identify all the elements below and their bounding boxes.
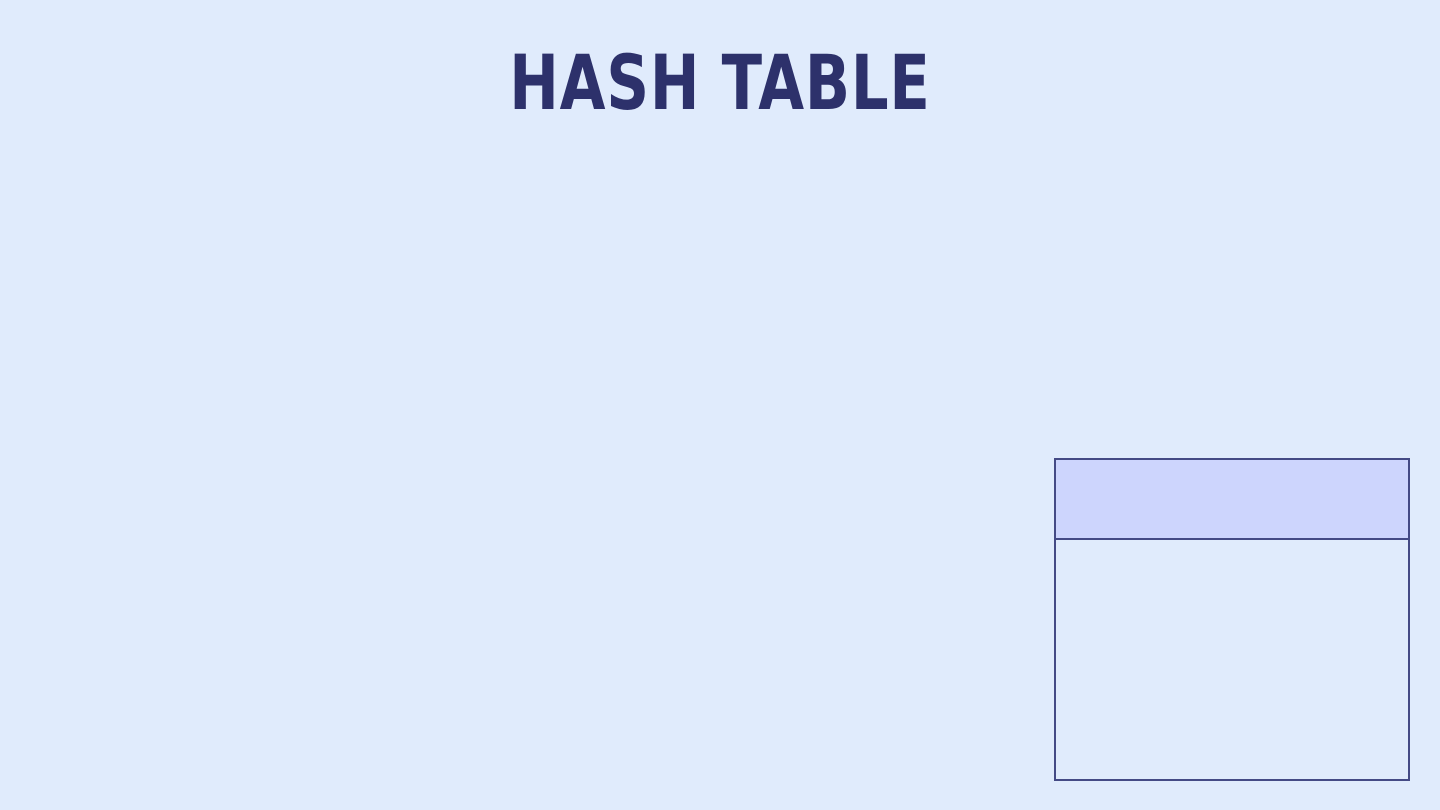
info-panel (1054, 458, 1410, 781)
info-panel-body (1056, 540, 1408, 779)
page-title: Hash Table (509, 38, 931, 127)
info-panel-header (1056, 460, 1408, 540)
